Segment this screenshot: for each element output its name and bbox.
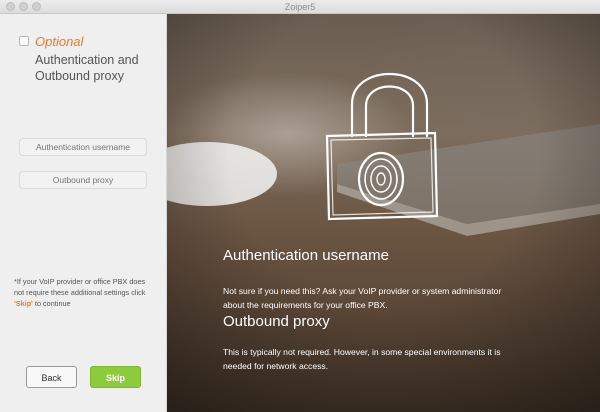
back-button[interactable]: Back [26,366,77,388]
proxy-heading: Outbound proxy [223,313,330,330]
auth-description: Not sure if you need this? Ask your VoIP… [223,286,502,310]
skip-note-after: to continue [32,299,71,308]
window-title: Zoiper5 [284,2,316,12]
settings-panel: Optional Authentication and Outbound pro… [0,14,167,412]
proxy-description: This is typically not required. However,… [223,347,501,371]
section-heading: Authentication and Outbound proxy [35,53,139,83]
app-window: Zoiper5 Optional Authentication and Outb… [0,0,600,412]
skip-note: *If your VoIP provider or office PBX doe… [14,276,154,309]
skip-note-before: *If your VoIP provider or office PBX doe… [14,277,146,297]
optional-label: Optional [35,34,84,49]
auth-username-field[interactable] [19,138,147,156]
skip-note-skip-word: 'Skip' [14,299,33,308]
info-panel: Authentication username Not sure if you … [167,14,600,412]
outbound-proxy-field[interactable] [19,171,147,189]
skip-button[interactable]: Skip [90,366,141,388]
auth-heading: Authentication username [223,247,389,264]
title-bar: Zoiper5 [0,0,600,14]
optional-checkbox[interactable] [19,36,29,46]
